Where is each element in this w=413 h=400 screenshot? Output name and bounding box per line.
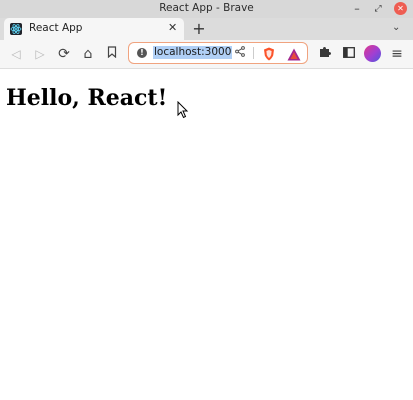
maximize-button[interactable]: ⤢ [371,2,385,16]
window-titlebar: React App - Brave – ⤢ ✕ [0,0,413,18]
tab-close-button[interactable]: ✕ [168,21,177,34]
site-info-icon[interactable]: ! [137,48,147,58]
react-icon [10,23,22,35]
tab-strip: React App ✕ + ⌄ [0,18,413,40]
brave-shield-icon[interactable] [263,46,275,65]
minimize-button[interactable]: – [350,2,364,16]
window-close-button[interactable]: ✕ [394,2,407,15]
address-divider [253,47,254,59]
main-menu-button[interactable]: ≡ [389,46,405,62]
browser-toolbar: ◁ ▷ ⟳ ⌂ ! localhost:3000 ≡ [0,40,413,69]
reload-button[interactable]: ⟳ [56,46,72,62]
bookmark-button[interactable] [104,46,120,62]
profile-avatar[interactable] [364,45,381,62]
address-bar[interactable]: ! localhost:3000 [128,42,308,64]
url-text[interactable]: localhost:3000 [153,46,233,59]
page-heading: Hello, React! [6,85,168,111]
new-tab-button[interactable]: + [191,19,207,38]
back-button[interactable]: ◁ [8,46,24,62]
home-button[interactable]: ⌂ [80,46,96,62]
tab-label: React App [29,22,83,34]
sidebar-icon [343,47,355,58]
extensions-button[interactable] [317,46,333,62]
tab-react-app[interactable]: React App ✕ [4,18,184,40]
sidebar-button[interactable] [341,46,357,62]
tab-list-chevron-icon[interactable]: ⌄ [392,22,400,33]
page-content: Hello, React! [0,69,413,400]
share-icon[interactable] [235,46,245,60]
forward-button[interactable]: ▷ [32,46,48,62]
mouse-cursor-icon [177,101,189,119]
puzzle-icon [320,47,331,57]
brave-rewards-icon[interactable] [287,46,301,65]
bookmark-icon [107,46,117,59]
